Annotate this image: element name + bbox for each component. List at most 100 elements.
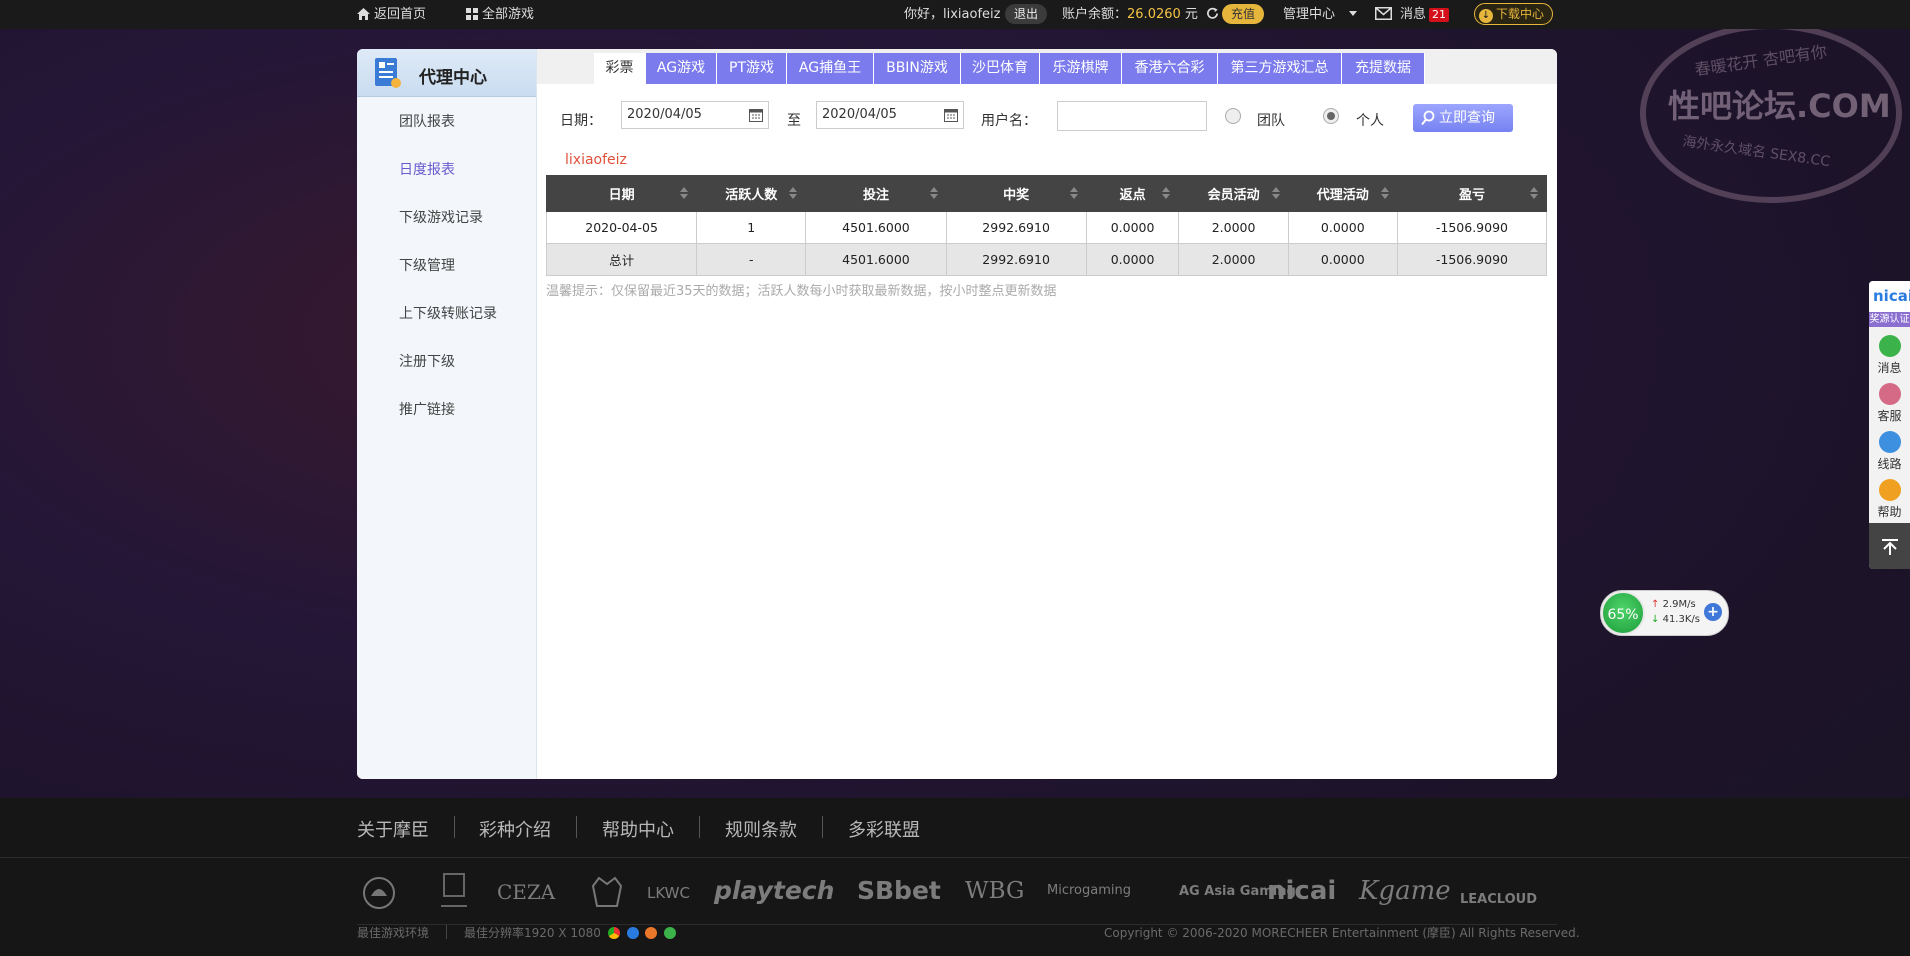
crest-logo-icon	[363, 877, 395, 909]
network-speed-widget[interactable]: 65% ↑ 2.9M/s ↓ 41.3K/s +	[1600, 590, 1729, 636]
sidebar-item-daily-report[interactable]: 日度报表	[399, 159, 455, 179]
table-cell: 0.0000	[1085, 211, 1180, 244]
boost-icon[interactable]: +	[1704, 603, 1722, 621]
footer-link-lottery-intro[interactable]: 彩种介绍	[479, 816, 551, 842]
sort-icon	[680, 187, 689, 199]
tab-bbin-games[interactable]: BBIN游戏	[874, 53, 961, 84]
tab-hk-mark-six[interactable]: 香港六合彩	[1122, 53, 1218, 84]
firefox-icon[interactable]	[645, 927, 658, 939]
table-header-row: 日期 活跃人数 投注 中奖 返点 会员活动 代理活动 盈亏	[545, 175, 1548, 212]
sort-icon	[929, 187, 938, 199]
sidebar-item-team-report[interactable]: 团队报表	[399, 111, 455, 131]
agent-icon	[1878, 383, 1901, 405]
col-header-member-activity[interactable]: 会员活动	[1178, 175, 1289, 212]
tab-ag-fishing[interactable]: AG捕鱼王	[787, 53, 874, 84]
logout-button[interactable]: 退出	[1005, 4, 1048, 24]
table-row: 2020-04-05 1 4501.6000 2992.6910 0.0000 …	[545, 211, 1548, 244]
query-button[interactable]: 立即查询	[1413, 104, 1513, 132]
recharge-button[interactable]: 充值	[1222, 4, 1265, 24]
tab-pt-games[interactable]: PT游戏	[717, 53, 787, 84]
sidebar-item-transfer-records[interactable]: 上下级转账记录	[399, 303, 497, 323]
tab-third-party-summary[interactable]: 第三方游戏汇总	[1218, 53, 1342, 84]
table-cell: -1506.9090	[1396, 243, 1548, 276]
float-help[interactable]: 帮助	[1869, 479, 1910, 520]
footer-link-help[interactable]: 帮助中心	[602, 816, 674, 842]
col-header-profit-loss[interactable]: 盈亏	[1396, 175, 1548, 212]
current-username: lixiaofeiz	[565, 152, 627, 168]
back-to-top-button[interactable]	[1869, 523, 1910, 569]
360-browser-icon[interactable]	[664, 927, 677, 939]
chrome-icon[interactable]	[607, 927, 620, 939]
home-icon	[357, 8, 370, 20]
sidebar-item-sub-management[interactable]: 下级管理	[399, 255, 455, 275]
username-input[interactable]	[1057, 101, 1207, 131]
tab-leyou-chess[interactable]: 乐游棋牌	[1040, 53, 1122, 84]
col-header-rebate[interactable]: 返点	[1085, 175, 1180, 212]
tab-lottery[interactable]: 彩票	[594, 53, 646, 84]
personal-radio-label: 个人	[1356, 113, 1384, 129]
footer-link-about[interactable]: 关于摩臣	[357, 816, 429, 842]
award-cert-label: 奖源认证	[1869, 312, 1910, 327]
float-customer-service[interactable]: 客服	[1869, 383, 1910, 424]
date-label: 日期：	[560, 113, 602, 129]
col-header-date[interactable]: 日期	[545, 175, 698, 212]
royal-crest-icon	[591, 876, 623, 907]
float-messages[interactable]: 消息	[1869, 335, 1910, 376]
ie-icon[interactable]	[626, 927, 639, 939]
logo-lkwc: LKWC	[647, 884, 690, 902]
download-center-button[interactable]: ↓ 下载中心	[1474, 3, 1554, 25]
calendar-icon[interactable]	[944, 108, 958, 122]
tab-deposit-withdraw[interactable]: 充提数据	[1342, 53, 1425, 84]
upload-rate: ↑ 2.9M/s	[1651, 599, 1696, 610]
team-radio-label: 团队	[1257, 113, 1285, 129]
home-link[interactable]: 返回首页	[357, 0, 426, 29]
grid-icon	[466, 8, 478, 20]
sidebar-item-sub-game-records[interactable]: 下级游戏记录	[399, 207, 483, 227]
username-label: 用户名：	[981, 113, 1037, 129]
data-tip: 温馨提示：仅保留最近35天的数据；活跃人数每小时获取最新数据，按小时整点更新数据	[546, 284, 1057, 299]
calendar-icon[interactable]	[749, 108, 763, 122]
manage-center-menu[interactable]: 管理中心	[1283, 0, 1361, 29]
float-routes[interactable]: 线路	[1869, 431, 1910, 472]
footer-divider-line	[0, 857, 1910, 858]
table-total-row: 总计 - 4501.6000 2992.6910 0.0000 2.0000 0…	[545, 243, 1548, 276]
team-radio[interactable]	[1225, 108, 1241, 124]
table-cell: 0.0000	[1085, 243, 1180, 276]
table-cell: 4501.6000	[805, 243, 947, 276]
col-header-agent-activity[interactable]: 代理活动	[1287, 175, 1398, 212]
col-header-active-users[interactable]: 活跃人数	[696, 175, 807, 212]
footer-divider	[576, 816, 577, 838]
sidebar: 代理中心 团队报表 日度报表 下级游戏记录 下级管理 上下级转账记录 注册下级 …	[357, 49, 537, 779]
sort-icon	[1162, 187, 1171, 199]
watermark-logo: 春暖花开 杏吧有你 性吧论坛.COM 海外永久域名 SEX8.CC	[1640, 23, 1902, 203]
mail-icon	[1375, 7, 1392, 20]
tab-saba-sports[interactable]: 沙巴体育	[961, 53, 1040, 84]
footer-link-rules[interactable]: 规则条款	[725, 816, 797, 842]
table-cell: 2020-04-05	[545, 211, 698, 244]
nicai-badge[interactable]: nicai 奖源认证	[1869, 281, 1910, 327]
sort-icon	[1271, 187, 1280, 199]
download-rate: ↓ 41.3K/s	[1651, 614, 1700, 625]
sidebar-item-promo-link[interactable]: 推广链接	[399, 399, 455, 419]
balance-value: 26.0260	[1127, 7, 1181, 22]
table-cell: 0.0000	[1287, 243, 1398, 276]
sidebar-item-register-sub[interactable]: 注册下级	[399, 351, 455, 371]
footer-link-alliance[interactable]: 多彩联盟	[848, 816, 920, 842]
messages-link[interactable]: 消息 21	[1375, 0, 1450, 29]
table-cell: 2992.6910	[945, 243, 1087, 276]
personal-radio[interactable]	[1323, 108, 1339, 124]
to-label: 至	[787, 113, 801, 129]
col-header-bets[interactable]: 投注	[805, 175, 947, 212]
date-from-input[interactable]: 2020/04/05	[621, 101, 769, 129]
all-games-link[interactable]: 全部游戏	[466, 0, 534, 29]
footer: 关于摩臣 彩种介绍 帮助中心 规则条款 多彩联盟 CEZA LKWC playt…	[0, 798, 1910, 956]
download-icon: ↓	[1479, 9, 1493, 23]
date-to-input[interactable]: 2020/04/05	[816, 101, 964, 129]
watermark-bottom-text: 海外永久域名 SEX8.CC	[1681, 133, 1831, 171]
sort-icon	[1069, 187, 1078, 199]
chat-icon	[1878, 335, 1901, 357]
watermark-top-text: 春暖花开 杏吧有你	[1693, 41, 1828, 80]
col-header-winnings[interactable]: 中奖	[945, 175, 1087, 212]
resolution-label: 最佳分辨率1920 X 1080	[464, 924, 677, 941]
tab-ag-games[interactable]: AG游戏	[646, 53, 717, 84]
